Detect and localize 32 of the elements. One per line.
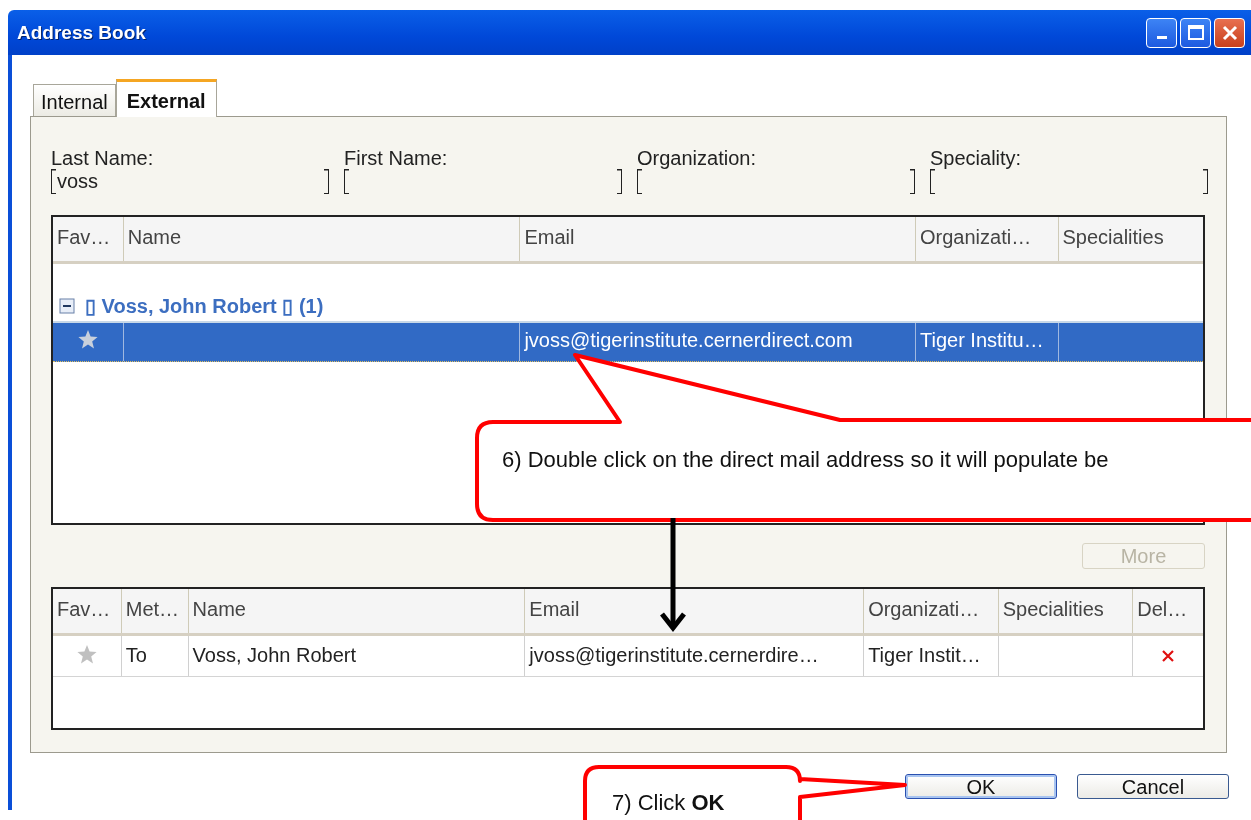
dialog-button[interactable]: OK	[905, 774, 1057, 799]
tab[interactable]: External	[115, 79, 217, 117]
organization-cell: Tiger Institu…	[920, 329, 1044, 353]
column-header[interactable]: Name	[122, 217, 520, 262]
name-cell: Voss, John Robert	[192, 644, 356, 668]
column-header[interactable]: Email	[519, 217, 915, 262]
method-cell: To	[125, 644, 147, 668]
column-header[interactable]: Fav…	[53, 217, 123, 262]
column-header[interactable]: Specialities	[997, 589, 1133, 634]
column-header[interactable]: Fav…	[53, 589, 121, 634]
column-header[interactable]: Met…	[120, 589, 188, 634]
dialog-button[interactable]: Cancel	[1077, 774, 1229, 799]
column-header[interactable]: Email	[524, 589, 864, 634]
callout-text: 7) Click OK	[612, 790, 725, 816]
field-label: Speciality:	[930, 147, 1023, 169]
field-label: First Name:	[344, 147, 449, 169]
column-header[interactable]: Name	[187, 589, 525, 634]
group-label: ▯ Voss, John Robert ▯ (1)	[85, 294, 324, 319]
window-title: Address Book	[17, 21, 147, 44]
field-label: Last Name:	[51, 147, 155, 169]
search-field[interactable]: voss	[51, 169, 329, 194]
column-header[interactable]: Del…	[1132, 589, 1203, 634]
callout-text: 6) Double click on the direct mail address so it will populate be	[502, 447, 1109, 473]
tab[interactable]: Internal	[33, 84, 116, 116]
email-cell: jvoss@tigerinstitute.cernerdirect.com	[524, 329, 853, 353]
column-header[interactable]: Specialities	[1057, 217, 1203, 262]
organization-cell: Tiger Instit…	[868, 644, 981, 668]
result-row[interactable]: jvoss@tigerinstitute.cernerdirect.com Tiger Institu…	[53, 321, 1203, 363]
field-label: Organization:	[637, 147, 757, 169]
column-header[interactable]: Organizati…	[863, 589, 998, 634]
email-cell: jvoss@tigerinstitute.cernerdire…	[529, 644, 819, 668]
column-header[interactable]: Organizati…	[915, 217, 1058, 262]
